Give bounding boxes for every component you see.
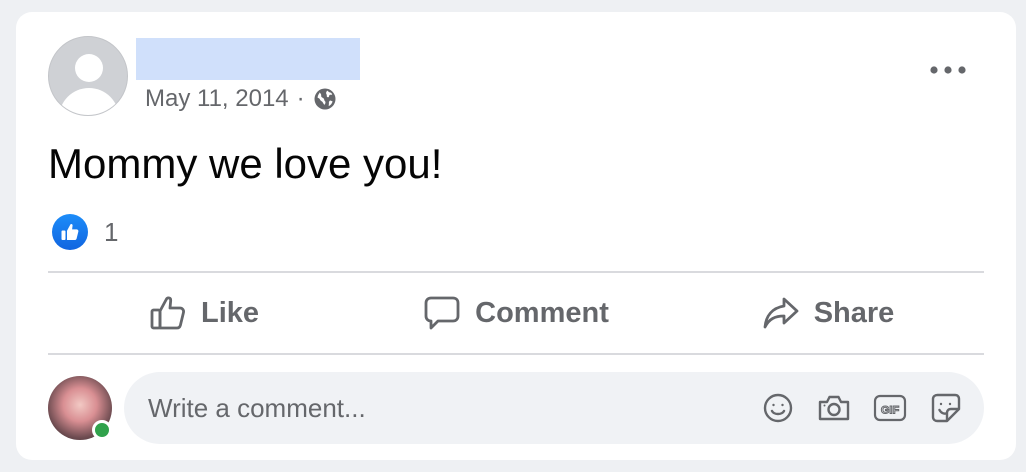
like-button[interactable]: Like — [48, 274, 360, 352]
avatar-head-shape — [75, 54, 103, 82]
thumbs-up-glyph-icon — [61, 224, 79, 240]
more-options-icon[interactable] — [928, 58, 968, 82]
sticker-icon[interactable] — [926, 388, 966, 428]
share-arrow-icon — [763, 297, 799, 329]
avatar-body-shape — [59, 88, 119, 115]
smiley-icon — [763, 393, 793, 423]
like-button-label: Like — [200, 296, 260, 329]
svg-text:GIF: GIF — [881, 405, 900, 417]
thumbs-up-icon — [150, 296, 185, 330]
sticker-glyph-icon — [931, 393, 961, 423]
globe-icon[interactable] — [313, 87, 337, 111]
gif-icon[interactable]: GIF — [870, 388, 910, 428]
author-avatar[interactable] — [48, 36, 128, 116]
reaction-count: 1 — [104, 216, 119, 247]
camera-glyph-icon — [818, 395, 850, 421]
share-button-label: Share — [813, 296, 895, 329]
comment-composer: GIF — [124, 372, 984, 444]
ellipsis-icon — [930, 66, 966, 74]
divider — [48, 271, 984, 273]
post-actions: Like Comment Share — [48, 274, 984, 352]
comment-bubble-icon — [424, 296, 460, 330]
reactions-summary[interactable]: 1 — [52, 214, 118, 250]
emoji-icon[interactable] — [758, 388, 798, 428]
post-date[interactable]: May 11, 2014 — [145, 85, 289, 113]
comment-tools: GIF — [742, 388, 966, 428]
comment-input[interactable] — [124, 372, 742, 444]
online-status-dot — [92, 420, 112, 440]
meta-separator: · — [296, 85, 305, 112]
post-text: Mommy we love you! — [48, 140, 443, 187]
gif-glyph-icon: GIF — [873, 394, 907, 422]
author-name-redacted[interactable] — [136, 38, 360, 80]
share-button[interactable]: Share — [672, 274, 984, 352]
post-card: May 11, 2014 · Mommy we love you! 1 Like… — [16, 12, 1016, 460]
comment-button[interactable]: Comment — [360, 274, 672, 352]
like-reaction-icon — [52, 214, 88, 250]
divider — [48, 353, 984, 355]
camera-icon[interactable] — [814, 388, 854, 428]
comment-button-label: Comment — [475, 296, 609, 329]
post-meta: May 11, 2014 · — [145, 85, 337, 113]
